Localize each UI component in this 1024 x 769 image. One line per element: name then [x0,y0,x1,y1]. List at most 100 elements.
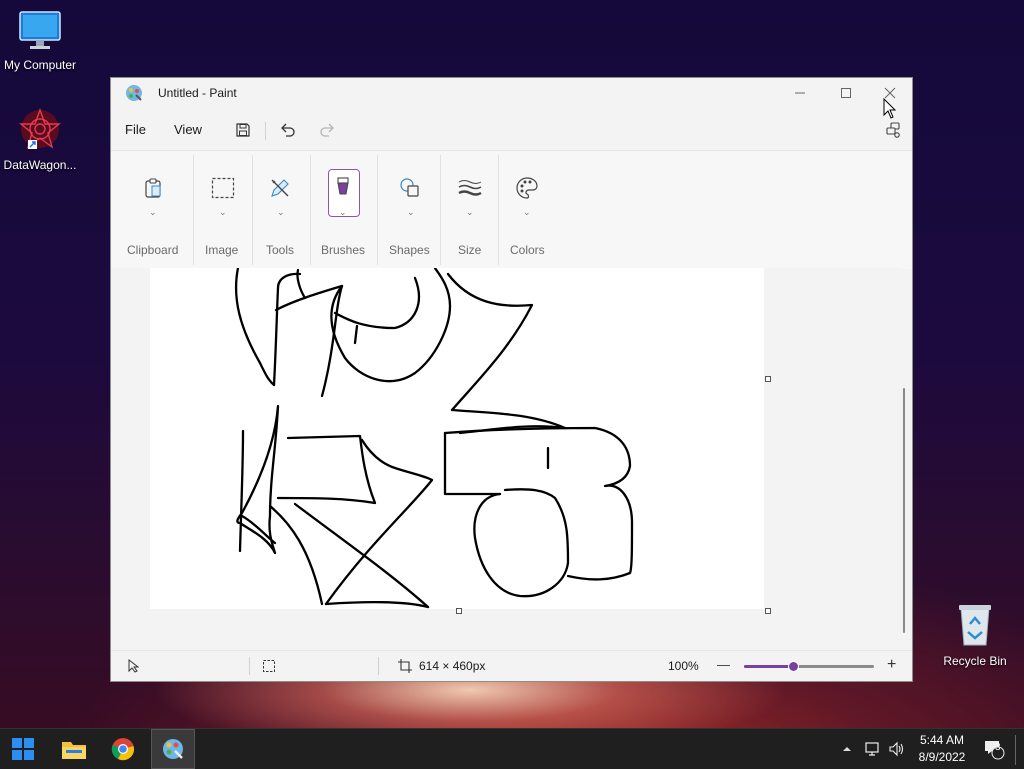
status-divider [378,657,379,675]
status-bar: 614 × 460px 100% — + [111,650,912,681]
desktop-icon-label: DataWagon... [3,158,77,172]
paint-icon [163,739,183,759]
paint-window: Untitled - Paint File View ⌄ Clipboard ⌄… [110,77,913,682]
mouse-cursor-icon [883,98,897,119]
redo-icon [320,123,334,137]
desktop-icon-label: Recycle Bin [943,654,1007,668]
notification-center[interactable]: 3 [983,729,1005,769]
datawagon-logo-icon [19,107,61,149]
ribbon-divider [193,155,194,265]
zoom-slider-fill [744,665,794,668]
taskbar: 5:44 AM 8/9/2022 3 [0,728,1024,769]
resize-handle-right[interactable] [765,376,771,382]
undo-button[interactable] [275,118,301,142]
desktop-icon-recycle-bin[interactable]: Recycle Bin [935,602,1015,668]
chevron-down-icon: ⌄ [339,207,347,217]
menu-bar: File View [111,114,912,144]
window-title: Untitled - Paint [158,86,237,100]
ribbon-group-size[interactable]: ⌄ Size [445,151,497,269]
select-rectangle-icon [211,177,235,199]
chevron-down-icon: ⌄ [219,207,227,217]
chevron-up-icon [843,747,851,751]
chevron-down-icon: ⌄ [523,207,531,217]
notification-icon [985,741,1005,760]
taskbar-file-explorer[interactable] [52,729,96,769]
ribbon-group-clipboard[interactable]: ⌄ Clipboard [121,151,185,269]
start-icon [12,738,34,760]
scrollbar-thumb[interactable] [903,388,905,633]
speaker-icon [889,741,904,757]
taskbar-chrome[interactable] [101,729,145,769]
monitor-icon [19,11,61,49]
network-icon [865,742,879,756]
menu-view[interactable]: View [174,122,202,137]
taskbar-paint[interactable] [151,729,195,769]
group-label: Colors [510,243,545,257]
status-divider [249,657,250,675]
volume-control[interactable] [888,729,906,769]
chevron-down-icon: ⌄ [466,207,474,217]
ribbon-divider [377,155,378,265]
chevron-down-icon: ⌄ [407,207,415,217]
group-label: Brushes [321,243,366,257]
redo-button[interactable] [314,118,340,142]
zoom-slider-thumb[interactable] [788,661,799,672]
layers-icon [886,122,900,138]
pencil-icon [271,179,289,197]
chevron-down-icon: ⌄ [277,207,285,217]
zoom-in-button[interactable]: + [887,656,896,674]
palette-icon [516,177,538,199]
maximize-button[interactable] [823,78,869,108]
ribbon-group-shapes[interactable]: ⌄ Shapes [383,151,441,269]
shapes-icon [400,178,419,197]
selection-size-icon [263,660,275,672]
taskbar-clock[interactable]: 5:44 AM 8/9/2022 [910,732,974,766]
minimize-button[interactable] [777,78,823,108]
recycle-bin-icon [959,605,991,646]
zoom-slider[interactable] [744,661,874,672]
group-label: Shapes [389,243,430,257]
save-button[interactable] [230,118,256,142]
canvas-size-text: 614 × 460px [419,659,486,673]
vertical-scrollbar[interactable] [903,268,906,648]
brush-icon [337,177,349,195]
desktop-icon-datawagon[interactable]: DataWagon... [0,106,80,172]
menu-file[interactable]: File [125,122,146,137]
drawing-canvas[interactable] [150,268,764,609]
size-icon [458,180,482,196]
toolbar-divider [265,122,266,140]
ribbon-group-tools[interactable]: ⌄ Tools [257,151,311,269]
network-status[interactable] [864,729,882,769]
resize-handle-bottom[interactable] [456,608,462,614]
minimize-icon [795,92,805,94]
chevron-down-icon: ⌄ [149,207,157,217]
zoom-out-button[interactable]: — [717,657,730,672]
clock-time: 5:44 AM [919,733,965,747]
freehand-drawing [234,268,634,609]
paint-app-icon [126,85,142,101]
resize-handle-corner[interactable] [765,608,771,614]
layers-button[interactable] [880,118,906,142]
ribbon-group-brushes[interactable]: ⌄ Brushes [316,151,370,269]
show-desktop-button[interactable] [1015,735,1020,765]
show-hidden-icons[interactable] [842,729,852,769]
ribbon-group-colors[interactable]: ⌄ Colors [503,151,555,269]
canvas-size-icon [398,659,412,673]
clock-date: 8/9/2022 [918,750,966,764]
ribbon: ⌄ Clipboard ⌄ Image ⌄ Tools ⌄ Brushes ⌄ … [111,150,912,269]
ribbon-group-image[interactable]: ⌄ Image [199,151,247,269]
chrome-icon [111,738,134,761]
start-button[interactable] [1,729,45,769]
ribbon-divider [498,155,499,265]
notification-count: 3 [995,742,1001,753]
group-label: Tools [266,243,295,257]
save-icon [236,123,250,137]
maximize-icon [841,88,851,98]
desktop-icon-label: My Computer [3,58,77,72]
title-bar[interactable]: Untitled - Paint [111,78,912,110]
group-label: Image [205,243,239,257]
zoom-percent[interactable]: 100% [668,659,699,673]
desktop-icon-my-computer[interactable]: My Computer [0,10,80,72]
group-label: Size [458,243,482,257]
ribbon-divider [252,155,253,265]
